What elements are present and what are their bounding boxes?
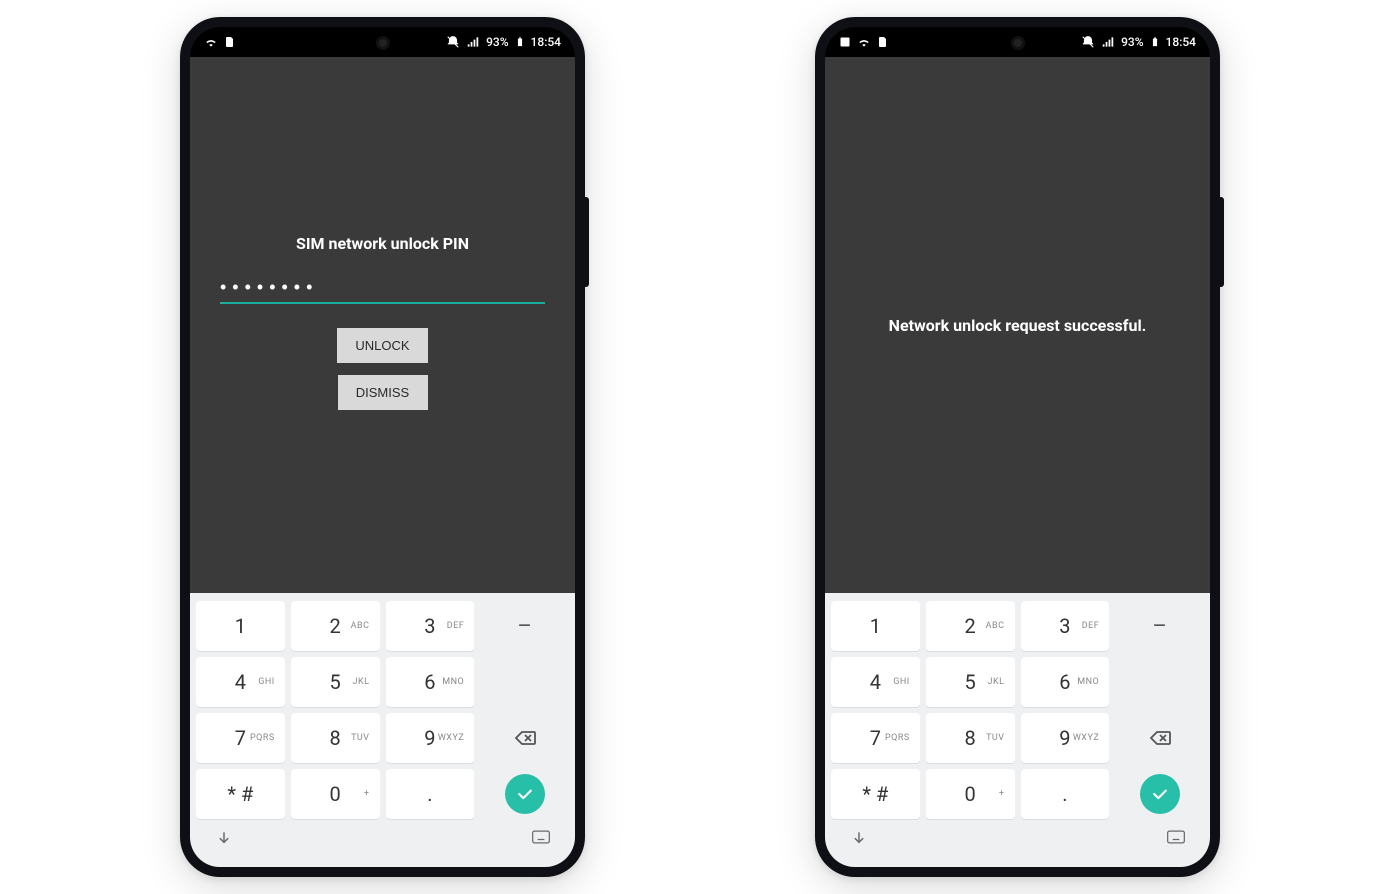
key-dash[interactable]: –: [480, 601, 569, 651]
dismiss-button[interactable]: DISMISS: [338, 375, 428, 410]
key-8[interactable]: 8TUV: [926, 713, 1015, 763]
key-1[interactable]: 1: [196, 601, 285, 651]
unlock-prompt: SIM network unlock PIN UNLOCK DISMISS: [190, 57, 575, 593]
key-7[interactable]: 7PQRS: [196, 713, 285, 763]
collapse-keyboard-icon[interactable]: [849, 829, 869, 853]
mute-icon: [446, 35, 460, 49]
numeric-keyboard: 12ABC3DEF– 4GHI5JKL6MNO 7PQRS8TUV9WXYZ * #0…: [825, 593, 1210, 867]
key-[interactable]: * #: [196, 769, 285, 819]
key-9[interactable]: 9WXYZ: [1021, 713, 1110, 763]
key-backspace[interactable]: [480, 713, 569, 763]
battery-icon: [1150, 35, 1160, 49]
key-6[interactable]: 6MNO: [1021, 657, 1110, 707]
image-icon: [839, 36, 851, 48]
pin-input[interactable]: [220, 273, 545, 304]
battery-percent: 93%: [486, 35, 508, 49]
key-1[interactable]: 1: [831, 601, 920, 651]
key-3[interactable]: 3DEF: [1021, 601, 1110, 651]
key-[interactable]: .: [1021, 769, 1110, 819]
key-5[interactable]: 5JKL: [926, 657, 1015, 707]
numeric-keyboard: 12ABC3DEF– 4GHI5JKL6MNO 7PQRS8TUV9WXYZ * #0…: [190, 593, 575, 867]
success-prompt: Network unlock request successful.: [825, 57, 1210, 593]
phone-right: 93% 18:54 Network unlock request success…: [815, 17, 1220, 877]
unlock-button[interactable]: UNLOCK: [337, 328, 427, 363]
clock: 18:54: [1166, 35, 1196, 49]
key-blank: [1115, 657, 1204, 707]
wifi-icon: [204, 35, 218, 49]
key-submit[interactable]: [1140, 774, 1180, 814]
sim-icon: [224, 35, 236, 49]
key-8[interactable]: 8TUV: [291, 713, 380, 763]
success-message: Network unlock request successful.: [889, 316, 1147, 335]
key-[interactable]: .: [386, 769, 475, 819]
keyboard-settings-icon[interactable]: [1166, 829, 1186, 853]
status-left: [839, 35, 889, 49]
signal-icon: [1101, 35, 1115, 49]
key-dash[interactable]: –: [1115, 601, 1204, 651]
key-5[interactable]: 5JKL: [291, 657, 380, 707]
battery-percent: 93%: [1121, 35, 1143, 49]
key-0[interactable]: 0+: [926, 769, 1015, 819]
key-[interactable]: * #: [831, 769, 920, 819]
backspace-icon: [513, 726, 537, 750]
key-backspace[interactable]: [1115, 713, 1204, 763]
phone-left: 93% 18:54 SIM network unlock PIN UNLOCK …: [180, 17, 585, 877]
key-4[interactable]: 4GHI: [196, 657, 285, 707]
status-right: 93% 18:54: [446, 35, 561, 49]
front-camera: [1014, 39, 1022, 47]
status-left: [204, 35, 236, 49]
sim-icon: [877, 35, 889, 49]
key-0[interactable]: 0+: [291, 769, 380, 819]
check-icon: [1150, 784, 1170, 804]
keyboard-settings-icon[interactable]: [531, 829, 551, 853]
key-submit[interactable]: [505, 774, 545, 814]
key-2[interactable]: 2ABC: [291, 601, 380, 651]
key-9[interactable]: 9WXYZ: [386, 713, 475, 763]
wifi-icon: [857, 35, 871, 49]
backspace-icon: [1148, 726, 1172, 750]
key-6[interactable]: 6MNO: [386, 657, 475, 707]
battery-icon: [515, 35, 525, 49]
check-icon: [515, 784, 535, 804]
prompt-title: SIM network unlock PIN: [296, 234, 469, 253]
key-4[interactable]: 4GHI: [831, 657, 920, 707]
status-right: 93% 18:54: [1081, 35, 1196, 49]
key-7[interactable]: 7PQRS: [831, 713, 920, 763]
key-blank: [480, 657, 569, 707]
screen: 93% 18:54 Network unlock request success…: [825, 27, 1210, 867]
front-camera: [379, 39, 387, 47]
collapse-keyboard-icon[interactable]: [214, 829, 234, 853]
key-3[interactable]: 3DEF: [386, 601, 475, 651]
mute-icon: [1081, 35, 1095, 49]
key-2[interactable]: 2ABC: [926, 601, 1015, 651]
screen: 93% 18:54 SIM network unlock PIN UNLOCK …: [190, 27, 575, 867]
signal-icon: [466, 35, 480, 49]
clock: 18:54: [531, 35, 561, 49]
